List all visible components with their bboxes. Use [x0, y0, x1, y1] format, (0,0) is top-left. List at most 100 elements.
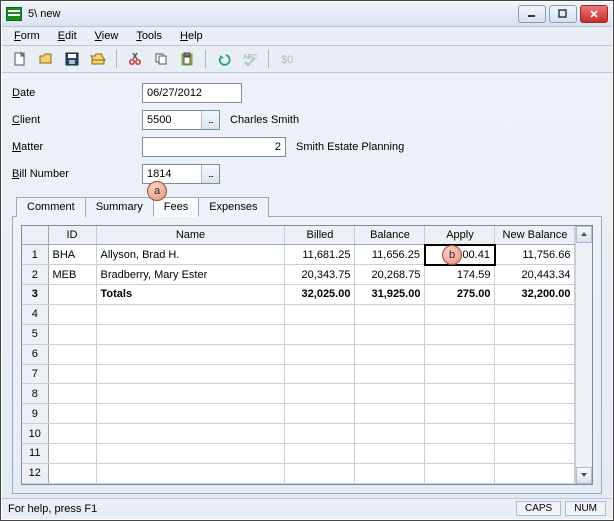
column-header[interactable]: Apply: [425, 226, 495, 245]
cell-billed[interactable]: 20,343.75: [285, 265, 355, 285]
cell[interactable]: [495, 463, 575, 483]
cell[interactable]: [285, 344, 355, 364]
close-button[interactable]: [580, 5, 608, 23]
save-icon[interactable]: [60, 48, 84, 70]
cell[interactable]: [48, 344, 96, 364]
row-header[interactable]: 8: [22, 384, 48, 404]
cell[interactable]: [285, 364, 355, 384]
cell[interactable]: [355, 384, 425, 404]
cell[interactable]: [355, 304, 425, 324]
new-icon[interactable]: [8, 48, 32, 70]
cell[interactable]: [285, 324, 355, 344]
cell[interactable]: [285, 444, 355, 464]
cell[interactable]: [355, 324, 425, 344]
row-header[interactable]: 9: [22, 404, 48, 424]
cell[interactable]: [285, 304, 355, 324]
cell[interactable]: [495, 364, 575, 384]
column-header[interactable]: [22, 226, 48, 245]
cell-newbalance[interactable]: 20,443.34: [495, 265, 575, 285]
cell[interactable]: [285, 463, 355, 483]
cell-newbalance[interactable]: 11,756.66: [495, 245, 575, 265]
cell[interactable]: [355, 344, 425, 364]
cell[interactable]: [48, 463, 96, 483]
cell[interactable]: [495, 304, 575, 324]
cell[interactable]: [495, 444, 575, 464]
table-row[interactable]: 2MEBBradberry, Mary Ester20,343.7520,268…: [22, 265, 575, 285]
cell[interactable]: [355, 444, 425, 464]
tab-expenses[interactable]: Expenses: [198, 197, 268, 217]
table-row[interactable]: 6: [22, 344, 575, 364]
cell[interactable]: [425, 424, 495, 444]
browse-icon[interactable]: [86, 48, 110, 70]
menu-edit[interactable]: Edit: [50, 28, 85, 44]
table-row[interactable]: 8: [22, 384, 575, 404]
column-header[interactable]: ID: [48, 226, 96, 245]
cell-apply[interactable]: 275.00: [425, 285, 495, 305]
column-header[interactable]: Name: [96, 226, 285, 245]
maximize-button[interactable]: [549, 5, 577, 23]
cell[interactable]: [96, 424, 285, 444]
row-header[interactable]: 2: [22, 265, 48, 285]
cell[interactable]: [425, 304, 495, 324]
cell[interactable]: [425, 384, 495, 404]
table-row[interactable]: 12: [22, 463, 575, 483]
cell-balance[interactable]: 20,268.75: [355, 265, 425, 285]
fees-grid[interactable]: IDNameBilledBalanceApplyNew Balance 1BHA…: [22, 226, 575, 484]
cell-name[interactable]: Totals: [96, 285, 285, 305]
cell[interactable]: [355, 463, 425, 483]
row-header[interactable]: 5: [22, 324, 48, 344]
cell[interactable]: [425, 463, 495, 483]
cell[interactable]: [285, 384, 355, 404]
scroll-down-icon[interactable]: [576, 467, 592, 484]
cell[interactable]: [495, 404, 575, 424]
cut-icon[interactable]: [123, 48, 147, 70]
cell[interactable]: [48, 364, 96, 384]
client-lookup[interactable]: ...: [142, 110, 220, 130]
scroll-up-icon[interactable]: [576, 226, 592, 243]
row-header[interactable]: 6: [22, 344, 48, 364]
row-header[interactable]: 7: [22, 364, 48, 384]
cell-balance[interactable]: 31,925.00: [355, 285, 425, 305]
tab-summary[interactable]: Summary: [85, 197, 154, 217]
menu-form[interactable]: Form: [6, 28, 48, 44]
menu-view[interactable]: View: [87, 28, 127, 44]
cell[interactable]: [355, 364, 425, 384]
copy-icon[interactable]: [149, 48, 173, 70]
cell[interactable]: [48, 384, 96, 404]
cell[interactable]: [48, 424, 96, 444]
bill-field[interactable]: [143, 165, 201, 183]
cell[interactable]: [355, 424, 425, 444]
column-header[interactable]: Balance: [355, 226, 425, 245]
cell-balance[interactable]: 11,656.25: [355, 245, 425, 265]
cell[interactable]: [495, 424, 575, 444]
undo-icon[interactable]: [212, 48, 236, 70]
table-row[interactable]: 7: [22, 364, 575, 384]
cell-id[interactable]: MEB: [48, 265, 96, 285]
cell-apply[interactable]: 174.59: [425, 265, 495, 285]
cell[interactable]: [48, 444, 96, 464]
date-field[interactable]: [142, 83, 242, 103]
table-row[interactable]: 5: [22, 324, 575, 344]
cell[interactable]: [425, 444, 495, 464]
table-row[interactable]: 9: [22, 404, 575, 424]
cell[interactable]: [425, 324, 495, 344]
minimize-button[interactable]: [518, 5, 546, 23]
cell[interactable]: [425, 364, 495, 384]
cell[interactable]: [96, 304, 285, 324]
lookup-icon[interactable]: ...: [201, 111, 219, 129]
table-row[interactable]: 11: [22, 444, 575, 464]
table-row[interactable]: 10: [22, 424, 575, 444]
cell[interactable]: [96, 444, 285, 464]
cell[interactable]: [425, 344, 495, 364]
row-header[interactable]: 1: [22, 245, 48, 265]
cell[interactable]: [48, 404, 96, 424]
row-header[interactable]: 4: [22, 304, 48, 324]
cell[interactable]: [355, 404, 425, 424]
cell-billed[interactable]: 11,681.25: [285, 245, 355, 265]
money-icon[interactable]: $0: [275, 48, 299, 70]
table-row[interactable]: 4: [22, 304, 575, 324]
column-header[interactable]: Billed: [285, 226, 355, 245]
cell[interactable]: [48, 304, 96, 324]
table-row[interactable]: 3Totals32,025.0031,925.00275.0032,200.00: [22, 285, 575, 305]
row-header[interactable]: 3: [22, 285, 48, 305]
